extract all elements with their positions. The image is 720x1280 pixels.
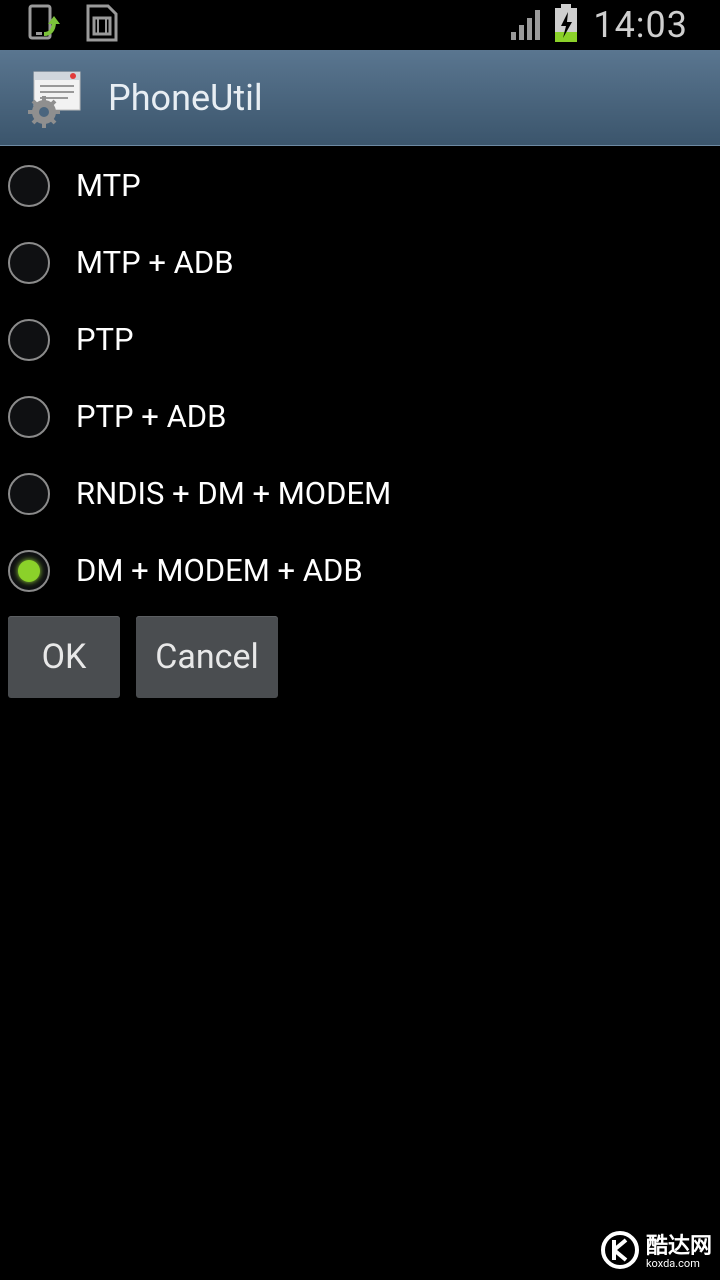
radio-button[interactable] (8, 241, 50, 284)
watermark-url: koxda.com (645, 1256, 700, 1270)
dialog-buttons: OK Cancel (8, 616, 278, 698)
status-bar: 14:03 (0, 0, 720, 50)
option-dm-modem-adb[interactable]: DM + MODEM + ADB (0, 532, 720, 609)
option-label: PTP + ADB (76, 398, 227, 435)
ok-button[interactable]: OK (8, 616, 120, 698)
usb-mode-radio-group: MTP MTP + ADB PTP PTP + ADB RNDIS + DM +… (0, 147, 720, 609)
option-label: DM + MODEM + ADB (76, 552, 363, 589)
clock: 14:03 (593, 4, 688, 46)
radio-button[interactable] (8, 395, 50, 438)
sim-card-icon (84, 4, 118, 46)
option-mtp-adb[interactable]: MTP + ADB (0, 224, 720, 301)
option-rndis-dm-modem[interactable]: RNDIS + DM + MODEM (0, 455, 720, 532)
option-label: PTP (76, 321, 134, 358)
battery-charging-icon (553, 4, 579, 46)
radio-button[interactable] (8, 472, 50, 515)
option-mtp[interactable]: MTP (0, 147, 720, 224)
watermark-logo-icon (600, 1230, 640, 1274)
watermark-text: 酷达网 (645, 1233, 712, 1259)
watermark: 酷达网 koxda.com (600, 1230, 712, 1274)
app-settings-icon[interactable] (24, 66, 88, 130)
phone-upload-icon (28, 4, 64, 46)
option-label: MTP (76, 167, 141, 204)
option-label: RNDIS + DM + MODEM (76, 475, 392, 512)
radio-button[interactable] (8, 164, 50, 207)
option-ptp-adb[interactable]: PTP + ADB (0, 378, 720, 455)
action-bar: PhoneUtil (0, 50, 720, 146)
cancel-button[interactable]: Cancel (136, 616, 278, 698)
radio-button[interactable] (8, 318, 50, 361)
radio-button[interactable] (8, 549, 50, 592)
option-label: MTP + ADB (76, 244, 234, 281)
option-ptp[interactable]: PTP (0, 301, 720, 378)
signal-icon (509, 6, 545, 44)
app-title: PhoneUtil (108, 76, 263, 119)
